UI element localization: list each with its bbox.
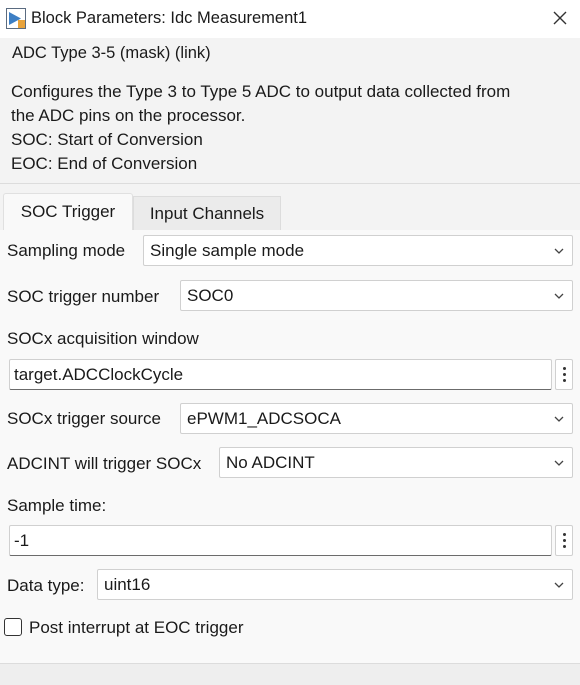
soc-trigger-number-label: SOC trigger number	[7, 287, 160, 306]
sample-time-input[interactable]: -1	[9, 525, 552, 556]
tab-label: SOC Trigger	[20, 202, 116, 221]
kebab-dot-icon	[562, 367, 566, 370]
trigger-source-label: SOCx trigger source	[7, 409, 161, 428]
post-interrupt-label: Post interrupt at EOC trigger	[29, 618, 244, 637]
description-line: SOC: Start of Conversion	[11, 130, 203, 149]
acq-window-value: target.ADCClockCycle	[14, 364, 184, 384]
acq-window-input[interactable]: target.ADCClockCycle	[9, 359, 552, 390]
title-bar: Block Parameters: Idc Measurement1	[0, 0, 580, 38]
close-icon	[553, 11, 567, 25]
description-text: Configures the Type 3 to Type 5 ADC to o…	[11, 80, 571, 176]
data-type-value: uint16	[104, 574, 151, 594]
simulink-block-icon	[6, 8, 26, 29]
button-bar	[0, 663, 580, 685]
adcint-trigger-label: ADCINT will trigger SOCx	[7, 454, 202, 473]
soc-trigger-number-value: SOC0	[187, 285, 234, 305]
kebab-dot-icon	[562, 545, 566, 548]
tab-bar: SOC Trigger Input Channels	[0, 193, 580, 230]
sampling-mode-select[interactable]: Single sample mode	[143, 235, 573, 266]
chevron-down-icon	[554, 416, 564, 422]
mask-description: ADC Type 3-5 (mask) (link) Configures th…	[0, 38, 580, 184]
adcint-trigger-select[interactable]: No ADCINT	[219, 447, 573, 478]
description-line: the ADC pins on the processor.	[11, 106, 246, 125]
sample-time-label: Sample time:	[7, 496, 107, 515]
kebab-dot-icon	[562, 539, 566, 542]
trigger-source-value: ePWM1_ADCSOCA	[187, 408, 341, 428]
mask-type-link[interactable]: ADC Type 3-5 (mask) (link)	[12, 44, 211, 63]
window-title: Block Parameters: Idc Measurement1	[31, 9, 308, 27]
tab-input-channels[interactable]: Input Channels	[133, 196, 281, 230]
adcint-trigger-value: No ADCINT	[226, 452, 315, 472]
soc-trigger-number-select[interactable]: SOC0	[180, 280, 573, 311]
description-line: Configures the Type 3 to Type 5 ADC to o…	[11, 82, 511, 101]
sampling-mode-label: Sampling mode	[7, 241, 126, 260]
soc-trigger-panel: Sampling mode Single sample mode SOC tri…	[0, 230, 580, 663]
chevron-down-icon	[554, 293, 564, 299]
chevron-down-icon	[554, 248, 564, 254]
post-interrupt-checkbox[interactable]	[4, 618, 22, 636]
chevron-down-icon	[554, 582, 564, 588]
acq-window-options-button[interactable]	[555, 359, 573, 390]
tab-soc-trigger[interactable]: SOC Trigger	[3, 193, 133, 230]
kebab-dot-icon	[562, 379, 566, 382]
chevron-down-icon	[554, 460, 564, 466]
sample-time-options-button[interactable]	[555, 525, 573, 556]
data-type-label: Data type:	[7, 576, 85, 595]
description-line: EOC: End of Conversion	[11, 154, 198, 173]
tab-label: Input Channels	[149, 203, 265, 223]
acq-window-label: SOCx acquisition window	[7, 329, 199, 348]
sample-time-value: -1	[14, 530, 30, 550]
sampling-mode-value: Single sample mode	[150, 240, 305, 260]
close-button[interactable]	[544, 4, 576, 32]
kebab-dot-icon	[562, 533, 566, 536]
trigger-source-select[interactable]: ePWM1_ADCSOCA	[180, 403, 573, 434]
data-type-select[interactable]: uint16	[97, 569, 573, 600]
kebab-dot-icon	[562, 373, 566, 376]
